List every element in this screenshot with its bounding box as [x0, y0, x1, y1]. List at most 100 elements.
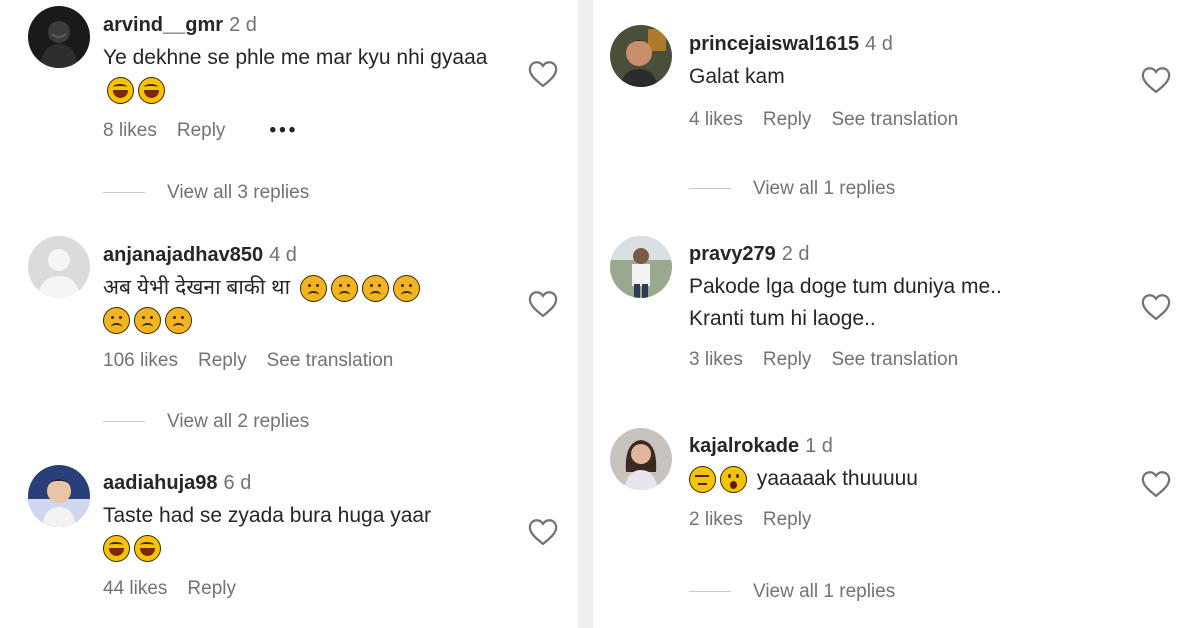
comment-time[interactable]: 2 d [782, 243, 810, 265]
username[interactable]: kajalrokade [689, 435, 799, 457]
username[interactable]: princejaiswal1615 [689, 33, 859, 55]
likes-count[interactable]: 44 likes [103, 578, 167, 599]
comment-time[interactable]: 4 d [865, 33, 893, 55]
comment-text-content: Galat kam [689, 65, 785, 88]
avatar-image [610, 236, 672, 298]
username[interactable]: arvind__gmr [103, 14, 223, 36]
view-replies-button[interactable]: View all 2 replies [103, 411, 309, 433]
comment-item: kajalrokade 1 d yaaaaak thuuuuu 2 likes Re… [593, 415, 1200, 628]
comment-time[interactable]: 6 d [224, 472, 252, 494]
sad-emoji-icon [103, 306, 130, 334]
view-replies-label: View all 2 replies [167, 411, 310, 432]
likes-count[interactable]: 4 likes [689, 109, 743, 130]
avatar[interactable] [28, 6, 90, 68]
emoji-group [299, 274, 420, 302]
view-replies-label: View all 3 replies [167, 182, 310, 203]
emoji-group [689, 465, 747, 493]
sad-emoji-icon [361, 274, 389, 302]
avatar[interactable] [610, 428, 672, 490]
heart-icon[interactable] [1141, 66, 1171, 94]
comment-text: Galat kam [689, 61, 1129, 93]
reply-button[interactable]: Reply [187, 578, 236, 599]
sad-emoji-icon [392, 274, 420, 302]
heart-icon[interactable] [528, 290, 558, 318]
see-translation-button[interactable]: See translation [267, 350, 394, 371]
username[interactable]: pravy279 [689, 243, 776, 265]
view-replies-label: View all 1 replies [753, 581, 896, 602]
divider-line [103, 421, 145, 423]
avatar-image [610, 25, 672, 87]
reply-button[interactable]: Reply [763, 349, 812, 370]
view-replies-label: View all 1 replies [753, 178, 896, 199]
likes-count[interactable]: 3 likes [689, 349, 743, 370]
avatar[interactable] [28, 465, 90, 527]
comment-time[interactable]: 2 d [229, 14, 257, 36]
likes-count[interactable]: 8 likes [103, 120, 157, 141]
comment-text-line: Kranti tum hi laoge.. [689, 307, 876, 330]
likes-count[interactable]: 2 likes [689, 509, 743, 530]
laugh-emoji-icon [107, 76, 134, 104]
unamused-emoji-icon [689, 465, 716, 493]
comment-meta: 3 likes Reply See translation [689, 349, 1129, 371]
comment-item: pravy279 2 d Pakode lga doge tum duniya m… [593, 225, 1200, 415]
comment-text: अब येभी देखना बाकी था [103, 272, 513, 336]
hushed-emoji-icon [720, 465, 747, 493]
comment-text: Taste had se zyada bura huga yaar [103, 500, 513, 564]
reply-button[interactable]: Reply [763, 509, 812, 530]
see-translation-button[interactable]: See translation [831, 349, 958, 370]
heart-icon[interactable] [528, 60, 558, 88]
username[interactable]: anjanajadhav850 [103, 244, 263, 266]
comment-text: Pakode lga doge tum duniya me.. Kranti t… [689, 271, 1129, 335]
sad-emoji-icon [299, 274, 327, 302]
divider-line [103, 192, 145, 194]
comment-text-content: Taste had se zyada bura huga yaar [103, 504, 432, 527]
likes-count[interactable]: 106 likes [103, 350, 178, 371]
comment-text-line: Pakode lga doge tum duniya me.. [689, 275, 1002, 298]
comment-meta: 8 likes Reply ••• [103, 120, 513, 142]
view-replies-button[interactable]: View all 3 replies [103, 182, 309, 204]
more-options-icon[interactable]: ••• [269, 120, 298, 141]
avatar[interactable] [28, 236, 90, 298]
comment-meta: 106 likes Reply See translation [103, 350, 513, 372]
divider-line [689, 188, 731, 190]
comment-meta: 4 likes Reply See translation [689, 109, 1129, 131]
heart-icon[interactable] [1141, 293, 1171, 321]
default-avatar-icon [28, 236, 90, 298]
view-replies-button[interactable]: View all 1 replies [689, 178, 895, 200]
comment-meta: 44 likes Reply [103, 578, 513, 600]
comment-item: arvind__gmr 2 d Ye dekhne se phle me mar … [0, 0, 578, 215]
emoji-group [103, 534, 161, 562]
comment-meta: 2 likes Reply [689, 509, 1129, 531]
comment-time[interactable]: 1 d [805, 435, 833, 457]
avatar[interactable] [610, 236, 672, 298]
view-replies-button[interactable]: View all 1 replies [689, 581, 895, 603]
comments-panel-left: arvind__gmr 2 d Ye dekhne se phle me mar … [0, 0, 578, 628]
comment-text-content: Ye dekhne se phle me mar kyu nhi gyaaa [103, 46, 488, 69]
comment-item: anjanajadhav850 4 d अब येभी देखना बाकी था [0, 230, 578, 445]
comments-panel-right: princejaiswal1615 4 d Galat kam 4 likes Re… [593, 0, 1200, 628]
username[interactable]: aadiahuja98 [103, 472, 218, 494]
reply-button[interactable]: Reply [177, 120, 226, 141]
divider-line [689, 591, 731, 593]
emoji-group [107, 76, 165, 104]
avatar[interactable] [610, 25, 672, 87]
see-translation-button[interactable]: See translation [831, 109, 958, 130]
comment-text-content: अब येभी देखना बाकी था [103, 276, 291, 299]
sad-emoji-icon [165, 306, 192, 334]
laugh-emoji-icon [138, 76, 165, 104]
reply-button[interactable]: Reply [198, 350, 247, 371]
avatar-image [610, 428, 672, 490]
comment-text: Ye dekhne se phle me mar kyu nhi gyaaa [103, 42, 513, 106]
heart-icon[interactable] [1141, 470, 1171, 498]
sad-emoji-icon [330, 274, 358, 302]
emoji-group [103, 306, 192, 334]
comment-text-content: yaaaaak thuuuuu [756, 467, 918, 490]
comment-item: princejaiswal1615 4 d Galat kam 4 likes Re… [593, 0, 1200, 215]
comment-text: yaaaaak thuuuuu [689, 463, 1129, 495]
comment-time[interactable]: 4 d [269, 244, 297, 266]
heart-icon[interactable] [528, 518, 558, 546]
avatar-image [28, 6, 90, 68]
avatar-image [28, 465, 90, 527]
reply-button[interactable]: Reply [763, 109, 812, 130]
laugh-emoji-icon [103, 534, 130, 562]
